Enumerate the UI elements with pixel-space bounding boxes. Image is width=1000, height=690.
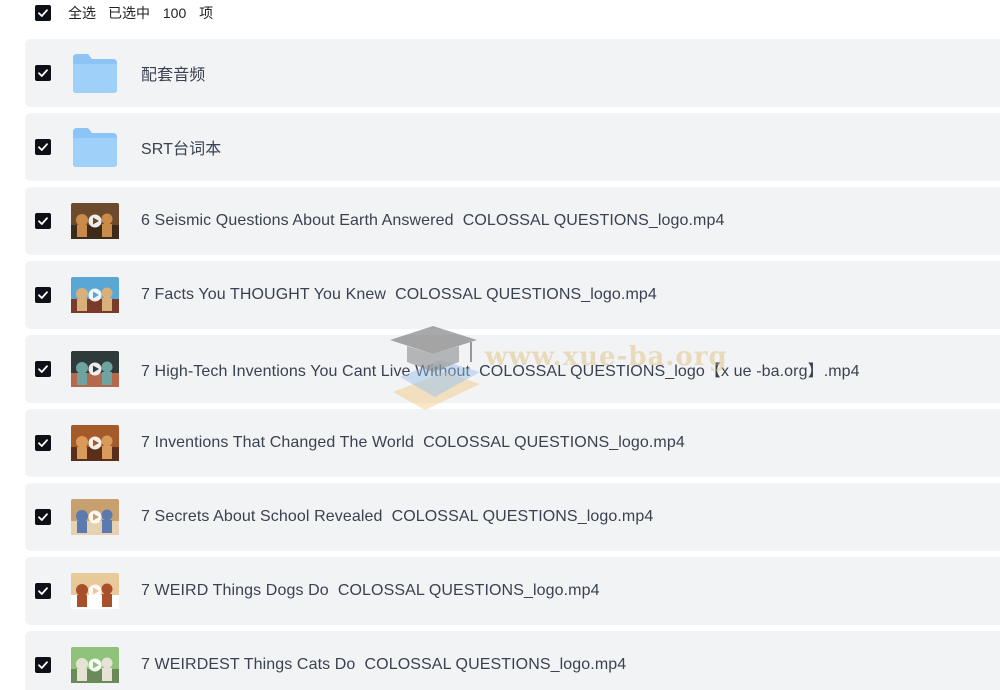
checkmark-icon xyxy=(38,217,48,225)
select-all-label[interactable]: 全选 xyxy=(68,3,96,23)
file-list: 配套音频 SRT台词本 6 Seismic Questions About Eart… xyxy=(25,39,1000,690)
folder-row[interactable]: 配套音频 xyxy=(25,39,1000,107)
checkmark-icon xyxy=(38,69,48,77)
file-name[interactable]: 7 Facts You THOUGHT You Knew COLOSSAL QU… xyxy=(141,286,657,304)
video-thumbnail xyxy=(71,200,119,242)
video-thumbnail xyxy=(71,644,119,686)
checkmark-icon xyxy=(38,291,48,299)
video-thumbnail xyxy=(71,496,119,538)
folder-row[interactable]: SRT台词本 xyxy=(25,113,1000,181)
video-thumbnail-icon xyxy=(71,647,119,683)
file-row[interactable]: 7 High-Tech Inventions You Cant Live Wit… xyxy=(25,335,1000,403)
row-checkbox[interactable] xyxy=(35,139,51,155)
file-name[interactable]: 配套音频 xyxy=(141,61,205,85)
file-browser: 全选 已选中 100 项 配套音频 SRT台词本 6 Seismic Questio… xyxy=(0,0,1000,690)
file-name[interactable]: SRT台词本 xyxy=(141,135,221,159)
checkmark-icon xyxy=(38,587,48,595)
row-checkbox[interactable] xyxy=(35,657,51,673)
file-name[interactable]: 7 High-Tech Inventions You Cant Live Wit… xyxy=(141,357,860,381)
checkmark-icon xyxy=(38,9,48,17)
video-thumbnail-icon xyxy=(71,277,119,313)
checkmark-icon xyxy=(38,365,48,373)
row-checkbox[interactable] xyxy=(35,509,51,525)
file-name[interactable]: 7 WEIRDEST Things Cats Do COLOSSAL QUEST… xyxy=(141,656,626,674)
checkmark-icon xyxy=(38,439,48,447)
folder-icon-wrapper xyxy=(71,52,119,94)
row-checkbox[interactable] xyxy=(35,213,51,229)
file-name[interactable]: 7 Inventions That Changed The World COLO… xyxy=(141,434,685,452)
video-thumbnail-icon xyxy=(71,351,119,387)
file-row[interactable]: 6 Seismic Questions About Earth Answered… xyxy=(25,187,1000,255)
file-name[interactable]: 7 WEIRD Things Dogs Do COLOSSAL QUESTION… xyxy=(141,582,600,600)
video-thumbnail-icon xyxy=(71,499,119,535)
folder-icon xyxy=(73,128,117,167)
video-thumbnail xyxy=(71,422,119,464)
video-thumbnail-icon xyxy=(71,425,119,461)
selected-prefix: 已选中 xyxy=(108,5,150,21)
video-thumbnail xyxy=(71,274,119,316)
selected-count-text: 已选中 100 项 xyxy=(108,3,222,23)
file-row[interactable]: 7 Inventions That Changed The World COLO… xyxy=(25,409,1000,477)
selected-count: 100 xyxy=(162,5,187,21)
video-thumbnail xyxy=(71,570,119,612)
row-checkbox[interactable] xyxy=(35,435,51,451)
folder-icon xyxy=(73,54,117,93)
row-checkbox[interactable] xyxy=(35,287,51,303)
video-thumbnail-icon xyxy=(71,573,119,609)
checkmark-icon xyxy=(38,513,48,521)
selected-suffix: 项 xyxy=(199,5,214,21)
checkmark-icon xyxy=(38,661,48,669)
file-name[interactable]: 6 Seismic Questions About Earth Answered… xyxy=(141,212,724,230)
row-checkbox[interactable] xyxy=(35,65,51,81)
video-thumbnail xyxy=(71,348,119,390)
row-checkbox[interactable] xyxy=(35,361,51,377)
file-row[interactable]: 7 WEIRD Things Dogs Do COLOSSAL QUESTION… xyxy=(25,557,1000,625)
file-row[interactable]: 7 Secrets About School Revealed COLOSSAL… xyxy=(25,483,1000,551)
video-thumbnail-icon xyxy=(71,203,119,239)
row-checkbox[interactable] xyxy=(35,583,51,599)
checkmark-icon xyxy=(38,143,48,151)
select-all-checkbox[interactable] xyxy=(35,5,51,21)
folder-icon-wrapper xyxy=(71,126,119,168)
file-row[interactable]: 7 WEIRDEST Things Cats Do COLOSSAL QUEST… xyxy=(25,631,1000,690)
file-row[interactable]: 7 Facts You THOUGHT You Knew COLOSSAL QU… xyxy=(25,261,1000,329)
file-name[interactable]: 7 Secrets About School Revealed COLOSSAL… xyxy=(141,508,653,526)
select-all-bar: 全选 已选中 100 项 xyxy=(0,0,1000,26)
